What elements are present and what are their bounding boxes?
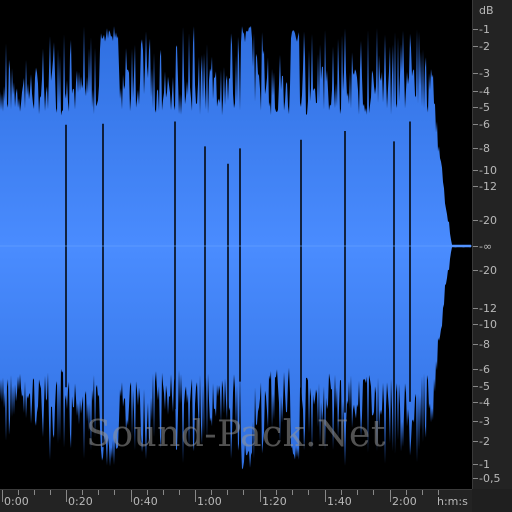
db-tick-label: -20 [479,214,497,227]
db-tick-label: -3 [479,415,490,428]
waveform[interactable] [0,0,472,489]
db-tick [473,91,478,92]
db-tick [473,344,478,345]
db-tick-label: -10 [479,318,497,331]
time-minor-tick [308,490,309,495]
db-tick-label: -1 [479,23,490,36]
db-tick-label: -5 [479,380,490,393]
db-tick [473,402,478,403]
time-tick-label: 0:00 [4,495,29,508]
time-tick-label: 1:40 [327,495,352,508]
db-tick [473,170,478,171]
db-tick-label: -5 [479,101,490,114]
db-tick [473,386,478,387]
db-tick [473,464,478,465]
db-tick-label: -8 [479,142,490,155]
time-tick-label: 1:20 [262,495,287,508]
time-minor-tick [114,490,115,495]
db-tick-label: -6 [479,118,490,131]
time-tick [195,490,196,502]
db-tick-label: -3 [479,67,490,80]
time-tick-label: 2:00 [392,495,417,508]
db-tick [473,107,478,108]
db-tick [473,324,478,325]
time-minor-tick [98,490,99,495]
db-ruler: dB -1 -2 -3 -4 -5 -6 -8 -10 -12 -20 -∞ -20 -12 -10 -8 -… [472,0,512,489]
db-tick [473,369,478,370]
db-tick-label: -2 [479,435,490,448]
db-tick-label: -8 [479,338,490,351]
time-tick-label: 0:20 [68,495,93,508]
time-minor-tick [50,490,51,495]
time-minor-tick [163,490,164,495]
db-tick [473,73,478,74]
time-tick-label: 0:40 [133,495,158,508]
time-minor-tick [179,490,180,495]
db-tick-label: -10 [479,164,497,177]
db-tick-label: -2 [479,40,490,53]
db-tick-label: -12 [479,302,497,315]
db-tick [473,246,478,247]
db-tick-label: -4 [479,85,490,98]
time-minor-tick [34,490,35,495]
time-minor-tick [292,490,293,495]
db-tick [473,124,478,125]
db-tick-label: -20 [479,264,497,277]
db-tick [473,421,478,422]
db-tick [473,29,478,30]
db-tick [473,148,478,149]
time-minor-tick [422,490,423,495]
db-tick [473,308,478,309]
db-tick [473,270,478,271]
db-tick [473,46,478,47]
time-minor-tick [357,490,358,495]
db-tick-label: -6 [479,363,490,376]
db-tick [473,478,478,479]
waveform-shape [0,25,471,470]
time-minor-tick [243,490,244,495]
db-tick-label: -∞ [479,240,493,253]
time-tick [325,490,326,502]
audio-editor: Sound-Pack.Net dB -1 -2 -3 -4 -5 -6 -8 -10 -12 -2… [0,0,512,512]
time-tick [390,490,391,502]
time-tick [260,490,261,502]
time-tick [131,490,132,502]
db-unit-label: dB [479,4,494,17]
db-tick-label: -1 [479,458,490,471]
time-tick [66,490,67,502]
time-minor-tick [373,490,374,495]
db-tick [473,441,478,442]
db-tick-label: -4 [479,396,490,409]
db-tick [473,186,478,187]
time-unit-label: h:m:s [437,495,468,508]
time-tick-label: 1:00 [197,495,222,508]
time-tick [2,490,3,502]
time-minor-tick [227,490,228,495]
waveform-panel[interactable]: Sound-Pack.Net [0,0,472,489]
db-tick-label: -0,5 [479,472,501,485]
time-ruler[interactable]: 0:00 0:20 0:40 1:00 1:20 1:40 2:00 [0,489,472,512]
db-tick [473,220,478,221]
db-tick-label: -12 [479,180,497,193]
